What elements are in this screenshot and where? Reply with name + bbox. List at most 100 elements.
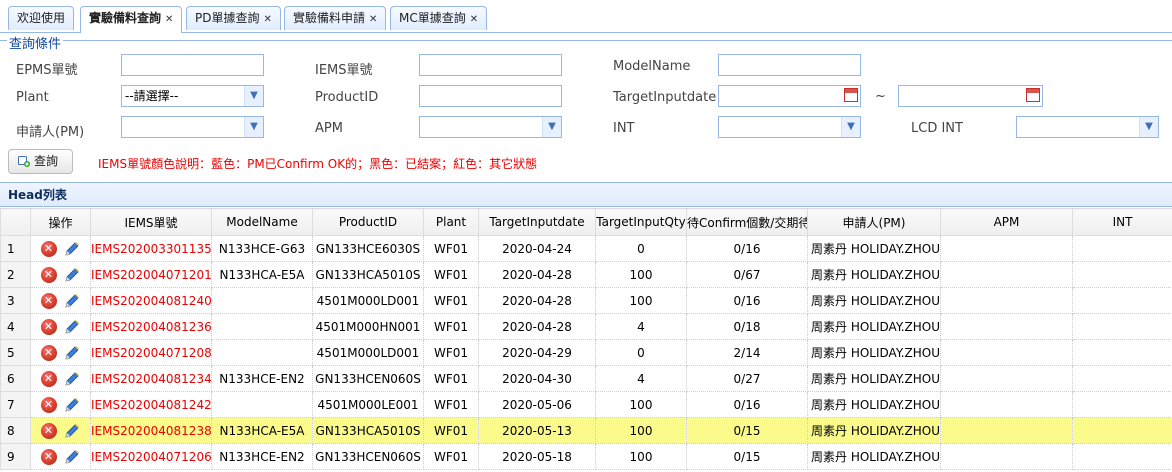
int-cell <box>1072 443 1172 470</box>
apm-cell <box>940 443 1073 470</box>
delete-circle-icon[interactable]: ✕ <box>40 448 57 465</box>
lcd-int-select[interactable]: ▼ <box>1016 116 1159 138</box>
close-icon[interactable]: ✕ <box>369 14 377 25</box>
product-id-cell: GN133HCA5010S <box>312 261 424 288</box>
product-id-cell: GN133HCE6030S <box>312 235 424 262</box>
chevron-down-icon[interactable]: ▼ <box>542 117 561 137</box>
delete-circle-icon[interactable]: ✕ <box>40 292 57 309</box>
delete-circle-icon[interactable]: ✕ <box>40 318 57 335</box>
plant-select[interactable]: --請選擇-- ▼ <box>121 85 264 107</box>
column-header[interactable]: INT <box>1072 208 1172 236</box>
iems-no-cell[interactable]: IEMS202004071201 <box>90 261 212 288</box>
table-row[interactable]: 7 ✕ IEMS202004081242 4501M000LE001 WF01 … <box>0 391 1172 418</box>
tab-material-apply[interactable]: 實驗備料申請 ✕ <box>284 6 387 30</box>
tab-material-query[interactable]: 實驗備料查詢 ✕ <box>80 6 183 33</box>
column-header[interactable]: 申請人(PM) <box>807 208 941 236</box>
pencil-icon[interactable] <box>63 344 81 362</box>
pencil-icon[interactable] <box>63 292 81 310</box>
iems-no-cell[interactable]: IEMS202004071206 <box>90 443 212 470</box>
chevron-down-icon[interactable]: ▼ <box>841 117 860 137</box>
delete-circle-icon[interactable]: ✕ <box>40 422 57 439</box>
search-button[interactable]: 查詢 <box>8 149 73 174</box>
int-label: INT <box>613 121 635 136</box>
iems-no-cell[interactable]: IEMS202004081240 <box>90 287 212 314</box>
iems-no-cell[interactable]: IEMS202004081238 <box>90 417 212 444</box>
int-cell <box>1072 235 1172 262</box>
target-date-to[interactable] <box>898 85 1043 107</box>
pencil-icon[interactable] <box>63 370 81 388</box>
model-name-cell: N133HCE-G63 <box>211 235 313 262</box>
date-range-separator: ~ <box>875 89 886 104</box>
applicant-label: 申請人(PM) <box>16 125 85 140</box>
table-row[interactable]: 3 ✕ IEMS202004081240 4501M000LD001 WF01 … <box>0 287 1172 314</box>
epms-label: EPMS單號 <box>16 63 78 78</box>
pencil-icon[interactable] <box>63 396 81 414</box>
int-cell <box>1072 287 1172 314</box>
column-header[interactable]: Plant <box>423 208 479 236</box>
close-icon[interactable]: ✕ <box>263 14 271 25</box>
int-cell <box>1072 417 1172 444</box>
iems-input[interactable] <box>419 54 562 76</box>
iems-no-cell[interactable]: IEMS202004081236 <box>90 313 212 340</box>
column-header[interactable]: TargetInputQty <box>595 208 687 236</box>
model-name-label: ModelName <box>613 59 691 74</box>
delete-circle-icon[interactable]: ✕ <box>40 370 57 387</box>
chevron-down-icon[interactable]: ▼ <box>244 117 263 137</box>
pencil-icon[interactable] <box>63 448 81 466</box>
pencil-icon[interactable] <box>63 318 81 336</box>
product-id-input[interactable] <box>419 85 562 107</box>
chevron-down-icon[interactable]: ▼ <box>1139 117 1158 137</box>
chevron-down-icon[interactable]: ▼ <box>244 86 263 106</box>
iems-no-cell[interactable]: IEMS202003301135 <box>90 235 212 262</box>
table-row[interactable]: 4 ✕ IEMS202004081236 4501M000HN001 WF01 … <box>0 313 1172 340</box>
table-row[interactable]: 1 ✕ IEMS202003301135 N133HCE-G63 GN133HC… <box>0 235 1172 262</box>
calendar-icon[interactable] <box>844 88 858 102</box>
plant-cell: WF01 <box>423 339 479 366</box>
model-name-input[interactable] <box>718 54 861 76</box>
table-row[interactable]: 8 ✕ IEMS202004081238 N133HCA-E5A GN133HC… <box>0 417 1172 444</box>
row-actions: ✕ <box>30 313 91 340</box>
tab-mc-query[interactable]: MC單據查詢 ✕ <box>390 6 488 30</box>
table-row[interactable]: 5 ✕ IEMS202004071208 4501M000LD001 WF01 … <box>0 339 1172 366</box>
table-row[interactable]: 2 ✕ IEMS202004071201 N133HCA-E5A GN133HC… <box>0 261 1172 288</box>
iems-no-cell[interactable]: IEMS202004081242 <box>90 391 212 418</box>
int-select[interactable]: ▼ <box>718 116 861 138</box>
pencil-icon[interactable] <box>63 240 81 258</box>
confirm-count-cell: 0/27 <box>686 365 808 392</box>
column-header[interactable]: 待Confirm個數/交期待 <box>686 208 808 236</box>
delete-circle-icon[interactable]: ✕ <box>40 396 57 413</box>
column-header[interactable]: TargetInputdate <box>478 208 596 236</box>
iems-no-cell[interactable]: IEMS202004081234 <box>90 365 212 392</box>
target-date-cell: 2020-04-30 <box>478 365 596 392</box>
target-qty-cell: 100 <box>595 417 687 444</box>
plant-cell: WF01 <box>423 287 479 314</box>
applicant-cell: 周素丹 HOLIDAY.ZHOU <box>807 261 941 288</box>
delete-circle-icon[interactable]: ✕ <box>40 266 57 283</box>
apm-label: APM <box>315 121 343 136</box>
column-header[interactable]: APM <box>940 208 1073 236</box>
column-header[interactable]: IEMS單號 <box>90 208 212 236</box>
tab-welcome[interactable]: 欢迎使用 <box>8 6 75 30</box>
plant-cell: WF01 <box>423 417 479 444</box>
target-date-from[interactable] <box>718 85 861 107</box>
apm-select[interactable]: ▼ <box>419 116 562 138</box>
close-icon[interactable]: ✕ <box>165 14 173 25</box>
applicant-select[interactable]: ▼ <box>121 116 264 138</box>
tab-pd-query[interactable]: PD單據查詢 ✕ <box>186 6 281 30</box>
column-header[interactable]: ModelName <box>211 208 313 236</box>
table-row[interactable]: 6 ✕ IEMS202004081234 N133HCE-EN2 GN133HC… <box>0 365 1172 392</box>
row-actions: ✕ <box>30 261 91 288</box>
column-header[interactable]: 操作 <box>30 208 91 236</box>
table-row[interactable]: 9 ✕ IEMS202004071206 N133HCE-EN2 GN133HC… <box>0 443 1172 470</box>
delete-circle-icon[interactable]: ✕ <box>40 240 57 257</box>
close-icon[interactable]: ✕ <box>470 14 478 25</box>
epms-input[interactable] <box>121 54 264 76</box>
target-date-cell: 2020-04-29 <box>478 339 596 366</box>
delete-circle-icon[interactable]: ✕ <box>40 344 57 361</box>
iems-no-cell[interactable]: IEMS202004071208 <box>90 339 212 366</box>
column-header[interactable]: ProductID <box>312 208 424 236</box>
pencil-icon[interactable] <box>63 422 81 440</box>
calendar-icon[interactable] <box>1026 88 1040 102</box>
pencil-icon[interactable] <box>63 266 81 284</box>
confirm-count-cell: 2/14 <box>686 339 808 366</box>
